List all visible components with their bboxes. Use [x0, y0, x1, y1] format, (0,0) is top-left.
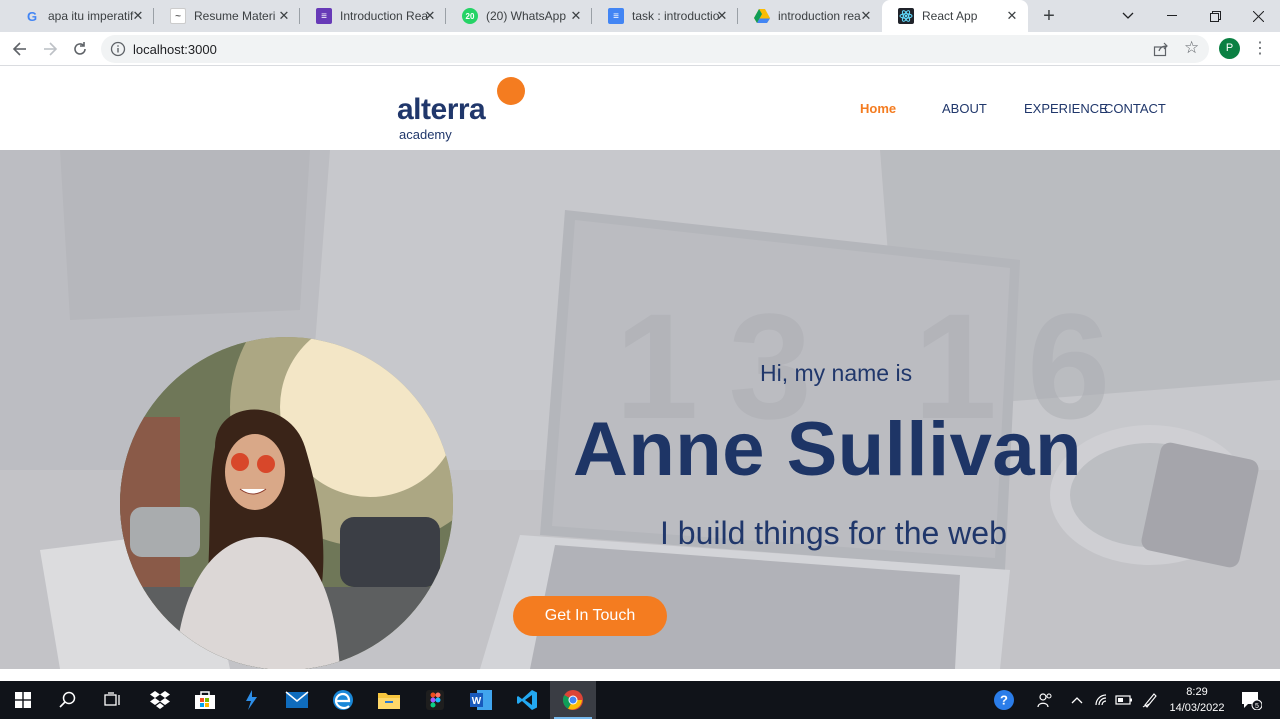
tab-search-chevron-icon[interactable]: [1106, 0, 1150, 32]
close-icon[interactable]: ✕: [858, 8, 874, 24]
vscode-icon[interactable]: [504, 681, 550, 719]
tab-whatsapp[interactable]: 20 (20) WhatsApp ✕: [446, 0, 592, 32]
browser-tab-strip: G apa itu imperatif ✕ ~ Resume Materi ✕ …: [0, 0, 1280, 32]
site-header: alterra academy Home ABOUT EXPERIENCE CO…: [0, 67, 1280, 150]
help-icon[interactable]: ?: [990, 681, 1018, 719]
close-icon[interactable]: ✕: [714, 8, 730, 24]
close-window-button[interactable]: [1236, 0, 1280, 32]
windows-taskbar: W ? 8:29 14/03/2022 5: [0, 681, 1280, 719]
page-below-fold: [0, 669, 1280, 681]
close-icon[interactable]: ✕: [130, 8, 146, 24]
svg-text:?: ?: [1000, 693, 1008, 708]
google-docs-icon: ≡: [608, 8, 624, 24]
task-view-icon[interactable]: [90, 681, 136, 719]
browser-toolbar: localhost:3000 ☆ P ⋮: [0, 32, 1280, 66]
chrome-icon[interactable]: [550, 681, 596, 719]
close-icon[interactable]: ✕: [568, 8, 584, 24]
battery-icon[interactable]: [1112, 681, 1136, 719]
pen-icon[interactable]: [1138, 681, 1162, 719]
forward-button[interactable]: [38, 37, 62, 61]
logo-orange-dot: [497, 77, 525, 105]
nav-home[interactable]: Home: [860, 101, 896, 116]
figma-icon[interactable]: [412, 681, 458, 719]
reload-button[interactable]: [68, 37, 92, 61]
hero-tagline: I build things for the web: [660, 515, 1007, 551]
hero-name: Anne Sullivan: [573, 407, 1083, 492]
address-bar[interactable]: localhost:3000 ☆: [101, 35, 1209, 63]
store-icon[interactable]: [182, 681, 228, 719]
new-tab-button[interactable]: +: [1038, 5, 1060, 27]
profile-photo: [120, 337, 453, 669]
clock-date: 14/03/2022: [1169, 702, 1225, 714]
notification-center-icon[interactable]: 5: [1236, 681, 1266, 719]
alterra-academy-logo[interactable]: alterra academy: [397, 77, 537, 142]
search-icon[interactable]: [45, 681, 91, 719]
bookmark-star-icon[interactable]: ☆: [1184, 39, 1199, 57]
mail-icon[interactable]: [274, 681, 320, 719]
google-g-icon: G: [26, 8, 38, 24]
browser-menu-icon[interactable]: ⋮: [1252, 38, 1268, 60]
edge-icon[interactable]: [320, 681, 366, 719]
chevron-up-icon[interactable]: [1066, 681, 1088, 719]
dropbox-icon[interactable]: [137, 681, 183, 719]
get-in-touch-button[interactable]: Get In Touch: [513, 596, 667, 636]
react-icon: [898, 8, 914, 24]
tab-introduction-forms[interactable]: ≡ Introduction Rea ✕: [300, 0, 446, 32]
notion-doc-icon: ~: [170, 8, 186, 24]
url-text[interactable]: localhost:3000: [133, 42, 217, 57]
notification-count: 5: [1255, 703, 1259, 710]
restore-button[interactable]: [1193, 0, 1237, 32]
tab-google-search[interactable]: G apa itu imperatif ✕: [8, 0, 154, 32]
azure-data-studio-icon[interactable]: [228, 681, 274, 719]
minimize-button[interactable]: [1150, 0, 1194, 32]
nav-about[interactable]: ABOUT: [942, 101, 987, 116]
close-icon[interactable]: ✕: [276, 8, 292, 24]
clock-time: 8:29: [1186, 686, 1208, 698]
share-icon[interactable]: [1153, 41, 1169, 57]
wifi-icon[interactable]: [1090, 681, 1114, 719]
whatsapp-icon: 20: [462, 8, 478, 24]
google-drive-icon: [754, 8, 770, 24]
site-info-icon[interactable]: [110, 41, 126, 57]
forms-list-icon: ≡: [316, 8, 332, 24]
svg-text:W: W: [472, 696, 482, 707]
tab-drive[interactable]: introduction rea ✕: [738, 0, 882, 32]
system-clock[interactable]: 8:29 14/03/2022: [1164, 684, 1230, 716]
nav-contact[interactable]: CONTACT: [1104, 101, 1166, 116]
logo-subtitle: academy: [399, 127, 452, 142]
hero-greeting: Hi, my name is: [760, 360, 913, 386]
logo-wordmark: alterra: [397, 93, 486, 126]
profile-avatar[interactable]: P: [1219, 38, 1240, 59]
tab-react-app[interactable]: React App ✕: [882, 0, 1028, 32]
people-icon[interactable]: [1032, 681, 1058, 719]
back-button[interactable]: [8, 37, 32, 61]
nav-experience[interactable]: EXPERIENCE: [1024, 101, 1108, 116]
word-icon[interactable]: W: [458, 681, 504, 719]
windows-start-icon[interactable]: [0, 681, 46, 719]
hero-section: 13 16 Hi, my name is Anne Sullivan I bui…: [0, 150, 1280, 669]
close-icon[interactable]: ✕: [1004, 8, 1020, 24]
tab-resume-materi[interactable]: ~ Resume Materi ✕: [154, 0, 300, 32]
tab-task-docs[interactable]: ≡ task : introductio ✕: [592, 0, 738, 32]
profile-photo-illustration: [120, 337, 453, 669]
close-icon[interactable]: ✕: [422, 8, 438, 24]
file-explorer-icon[interactable]: [366, 681, 412, 719]
